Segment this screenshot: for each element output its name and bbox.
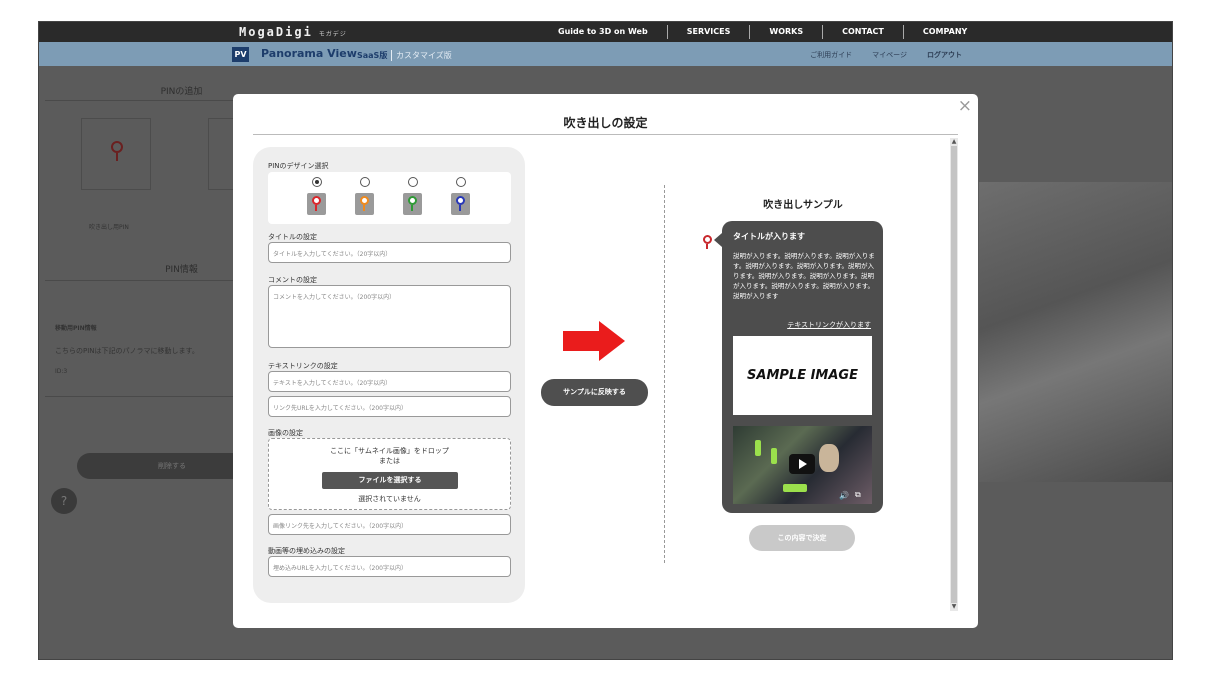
- balloon-text-link[interactable]: テキストリンクが入ります: [787, 320, 871, 330]
- pin-design-label: PINのデザイン選択: [268, 162, 329, 170]
- volume-icon[interactable]: 🔊: [839, 491, 849, 500]
- sample-image[interactable]: SAMPLE IMAGE: [733, 336, 872, 415]
- nav-contact[interactable]: CONTACT: [822, 25, 903, 39]
- embed-label: 動画等の埋め込みの設定: [268, 547, 345, 555]
- pin-radio-red[interactable]: [312, 177, 322, 187]
- balloon-description: 説明が入ります。説明が入ります。説明が入ります。説明が入ります。説明が入ります。…: [733, 252, 875, 300]
- custom-label: カスタマイズ版: [391, 50, 452, 61]
- scroll-thumb[interactable]: [951, 146, 957, 603]
- logo-subtext: モガデジ: [318, 31, 347, 38]
- guide-link[interactable]: ご利用ガイド: [810, 50, 852, 60]
- link-url-input[interactable]: リンク先URLを入力してください。（200字以内）: [268, 396, 511, 417]
- right-arrow-icon: [563, 321, 625, 361]
- green-pin-icon[interactable]: [403, 193, 422, 215]
- video-figure: [771, 448, 777, 464]
- nav-works[interactable]: WORKS: [749, 25, 822, 39]
- balloon-tail: [714, 233, 722, 247]
- scroll-down-icon[interactable]: ▼: [950, 603, 958, 611]
- play-icon[interactable]: [789, 454, 815, 474]
- comment-textarea[interactable]: コメントを入力してください。（200字以内）: [268, 285, 511, 348]
- top-navbar: MogaDigi モガデジ Guide to 3D on Web SERVICES…: [39, 22, 1172, 42]
- apply-to-sample-button[interactable]: サンプルに反映する: [541, 379, 648, 406]
- title-divider: [253, 134, 958, 135]
- saas-label: SaaS版: [357, 51, 388, 60]
- move-pin-text: こちらのPINは下記のパノラマに移動します。: [55, 347, 199, 355]
- balloon-settings-dialog: × 吹き出しの設定 PINのデザイン選択 タイトルの設定 タイトルを入力してくだ…: [233, 94, 978, 628]
- move-pin-heading: 移動用PIN情報: [55, 325, 97, 332]
- drop-instructions: ここに「サムネイル画像」をドロップ: [330, 447, 449, 455]
- map-pin-icon: [111, 141, 123, 161]
- orange-pin-icon[interactable]: [355, 193, 374, 215]
- link-text-input[interactable]: テキストを入力してください。（20字以内）: [268, 371, 511, 392]
- image-link-input[interactable]: 画像リンク先を入力してください。（200字以内）: [268, 514, 511, 535]
- image-label: 画像の設定: [268, 429, 303, 437]
- balloon-pin-label: 吹き出し用PIN: [89, 224, 129, 231]
- video-figure: [819, 444, 839, 472]
- dialog-scrollbar[interactable]: ▲ ▼: [950, 138, 958, 611]
- image-dropzone[interactable]: ここに「サムネイル画像」をドロップ または ファイルを選択する 選択されていませ…: [268, 438, 511, 510]
- video-figure: [783, 484, 807, 492]
- file-status: 選択されていません: [358, 495, 421, 503]
- title-label: タイトルの設定: [268, 233, 317, 241]
- dialog-title: 吹き出しの設定: [563, 116, 648, 130]
- mypage-link[interactable]: マイページ: [872, 50, 907, 60]
- map-pin-icon: [703, 235, 712, 249]
- choose-file-button[interactable]: ファイルを選択する: [322, 472, 458, 489]
- main-nav: Guide to 3D on Web SERVICES WORKS CONTAC…: [539, 22, 986, 42]
- nav-services[interactable]: SERVICES: [666, 25, 750, 39]
- product-bar: PV Panorama View SaaS版 カスタマイズ版 ご利用ガイド マイ…: [39, 42, 1172, 66]
- drop-or: または: [379, 457, 400, 465]
- close-icon[interactable]: ×: [958, 96, 972, 116]
- balloon-form: PINのデザイン選択 タイトルの設定 タイトルを入力してください。（20字以内）…: [253, 147, 525, 603]
- site-logo[interactable]: MogaDigi モガデジ: [239, 25, 347, 39]
- embed-url-input[interactable]: 埋め込みURLを入力してください。（200字以内）: [268, 556, 511, 577]
- title-input[interactable]: タイトルを入力してください。（20字以内）: [268, 242, 511, 263]
- logo-text: MogaDigi: [239, 25, 313, 39]
- pin-radio-orange[interactable]: [360, 177, 370, 187]
- app-window: MogaDigi モガデジ Guide to 3D on Web SERVICES…: [38, 21, 1173, 660]
- scroll-up-icon[interactable]: ▲: [950, 138, 958, 146]
- sample-heading: 吹き出しサンプル: [763, 200, 843, 211]
- pin-radio-green[interactable]: [408, 177, 418, 187]
- blue-pin-icon[interactable]: [451, 193, 470, 215]
- pip-icon[interactable]: ⧉: [855, 490, 861, 500]
- balloon-preview: タイトルが入ります 説明が入ります。説明が入ります。説明が入ります。説明が入りま…: [714, 221, 883, 513]
- confirm-button[interactable]: この内容で決定: [749, 525, 855, 551]
- embedded-video[interactable]: 🔊 ⧉: [733, 426, 872, 504]
- nav-company[interactable]: COMPANY: [902, 25, 986, 39]
- textlink-label: テキストリンクの設定: [268, 362, 338, 370]
- nav-guide[interactable]: Guide to 3D on Web: [539, 25, 667, 39]
- pin-radio-blue[interactable]: [456, 177, 466, 187]
- balloon-title: タイトルが入ります: [733, 232, 805, 241]
- comment-label: コメントの設定: [268, 276, 317, 284]
- balloon-pin-option[interactable]: [81, 118, 151, 190]
- product-name[interactable]: Panorama View: [261, 47, 357, 60]
- pv-badge: PV: [232, 47, 249, 62]
- help-icon[interactable]: ?: [51, 488, 77, 514]
- pin-design-selector: [268, 172, 511, 224]
- red-pin-icon[interactable]: [307, 193, 326, 215]
- video-figure: [755, 440, 761, 456]
- logout-link[interactable]: ログアウト: [927, 50, 962, 60]
- user-links: ご利用ガイド マイページ ログアウト: [810, 50, 962, 60]
- panorama-image: [979, 182, 1172, 482]
- dashed-divider: [664, 185, 665, 563]
- pin-id: ID:3: [55, 368, 68, 375]
